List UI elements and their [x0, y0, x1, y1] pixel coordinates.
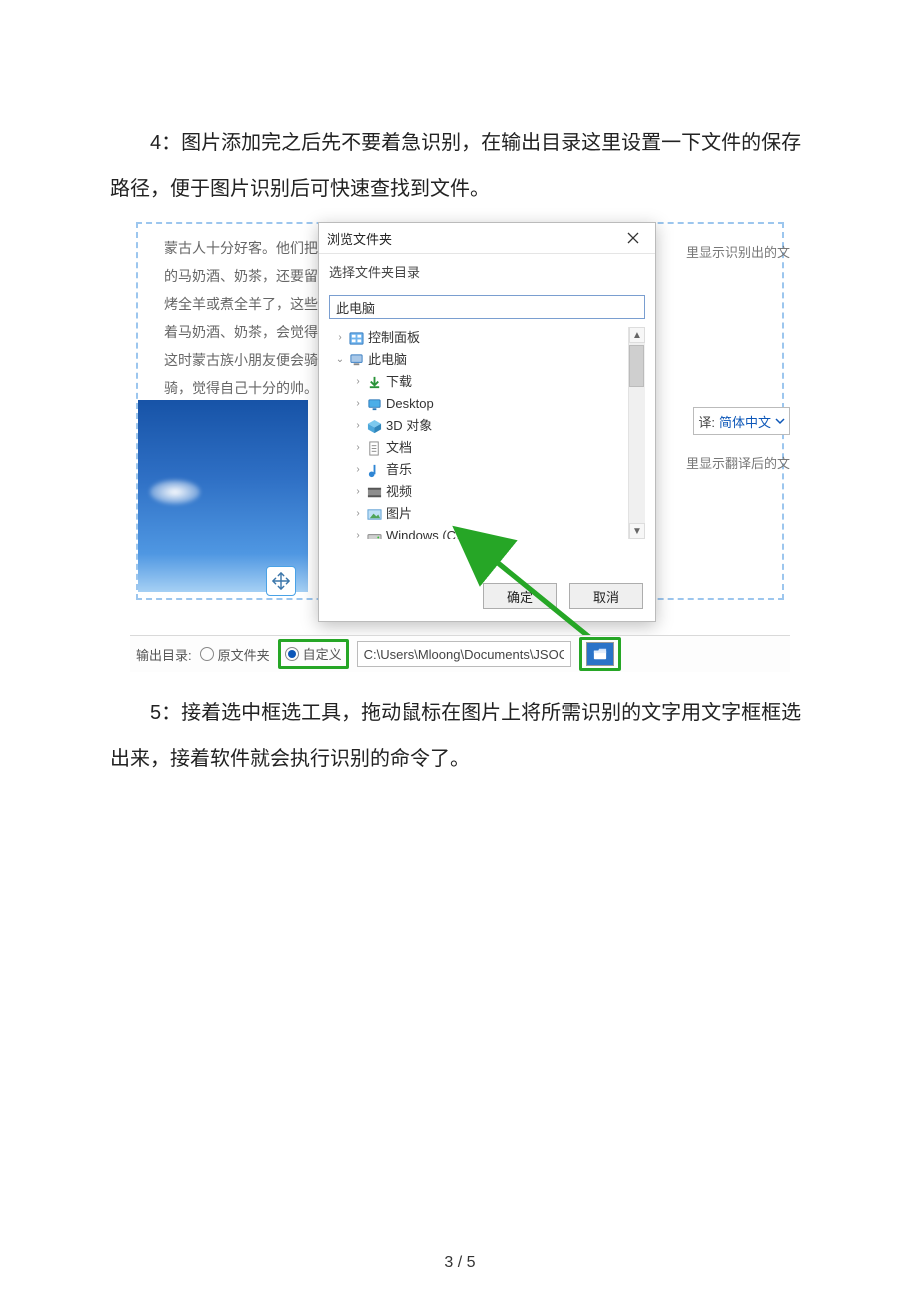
scrollbar[interactable]: ▲ ▼ [628, 327, 645, 539]
music-icon [367, 463, 382, 478]
output-directory-row: 输出目录: 原文件夹 自定义 [130, 635, 790, 672]
dialog-title: 浏览文件夹 [327, 229, 392, 248]
hint-recognized-text: 里显示识别出的文 [686, 242, 790, 261]
browse-button[interactable] [586, 642, 614, 666]
tree-node[interactable]: › 音乐 [329, 459, 645, 481]
expand-toggle-icon[interactable]: › [353, 415, 363, 437]
output-label: 输出目录: [136, 645, 192, 664]
panel-icon [349, 331, 364, 346]
translate-label: 译: [698, 412, 715, 431]
tree-node[interactable]: ⌄ 此电脑 [329, 349, 645, 371]
tree-node-label: 音乐 [386, 459, 412, 481]
dialog-subtitle: 选择文件夹目录 [319, 254, 655, 285]
expand-toggle-icon[interactable]: › [353, 525, 363, 539]
video-icon [367, 485, 382, 500]
browse-folder-dialog: 浏览文件夹 选择文件夹目录 ›控制面板⌄此电脑›下载›Desktop›3D 对象… [318, 222, 656, 622]
tree-node-label: 下载 [386, 371, 412, 393]
doc-icon [367, 441, 382, 456]
expand-toggle-icon[interactable]: › [353, 393, 363, 415]
close-button[interactable] [619, 226, 647, 250]
folder-icon [593, 647, 607, 661]
paragraph-5: 5：接着选中框选工具，拖动鼠标在图片上将所需识别的文字用文字框框选出来，接着软件… [110, 690, 810, 782]
scroll-down-button[interactable]: ▼ [629, 523, 645, 539]
tree-node-label: 控制面板 [368, 327, 420, 349]
close-icon [627, 232, 639, 244]
chevron-down-icon [775, 416, 785, 426]
expand-toggle-icon[interactable]: › [353, 371, 363, 393]
expand-toggle-icon[interactable]: › [353, 503, 363, 525]
drive-icon [367, 529, 382, 540]
highlight-custom-radio: 自定义 [278, 639, 349, 669]
highlight-browse-button [579, 637, 621, 671]
cancel-button[interactable]: 取消 [569, 583, 643, 609]
output-path-input[interactable] [357, 641, 571, 667]
tree-node-label: 视频 [386, 481, 412, 503]
paragraph-4: 4：图片添加完之后先不要着急识别，在输出目录这里设置一下文件的保存路径，便于图片… [110, 120, 810, 212]
pc-icon [349, 353, 364, 368]
radio-original-folder[interactable]: 原文件夹 [200, 645, 270, 664]
tree-node[interactable]: › Desktop [329, 393, 645, 415]
translate-language-select[interactable]: 译: 简体中文 [693, 407, 790, 435]
tree-node[interactable]: › 视频 [329, 481, 645, 503]
radio-original-label: 原文件夹 [218, 645, 270, 664]
screenshot-figure: 蒙古人十分好客。他们把的马奶酒、奶茶，还要留烤全羊或煮全羊了，这些着马奶酒、奶茶… [130, 222, 790, 672]
picture-icon [367, 507, 382, 522]
download-icon [367, 375, 382, 390]
tree-node[interactable]: › Windows (C:) [329, 525, 645, 539]
tree-node[interactable]: › 图片 [329, 503, 645, 525]
tree-node[interactable]: › 控制面板 [329, 327, 645, 349]
tree-node-label: 3D 对象 [386, 415, 432, 437]
tree-node-label: 文档 [386, 437, 412, 459]
tree-node-label: Windows (C:) [386, 525, 464, 539]
expand-toggle-icon[interactable]: › [353, 459, 363, 481]
move-handle[interactable] [266, 566, 296, 596]
tree-node[interactable]: › 文档 [329, 437, 645, 459]
folder-path-input[interactable] [329, 295, 645, 319]
cube-icon [367, 419, 382, 434]
page-number: 3 / 5 [0, 1254, 920, 1272]
sample-sky-image [138, 400, 308, 592]
tree-node-label: Desktop [386, 393, 434, 415]
tree-node[interactable]: › 3D 对象 [329, 415, 645, 437]
tree-node-label: 此电脑 [368, 349, 407, 371]
tree-scroll-area[interactable]: ›控制面板⌄此电脑›下载›Desktop›3D 对象›文档›音乐›视频›图片›W… [329, 327, 645, 539]
tree-node-label: 图片 [386, 503, 412, 525]
radio-custom-folder[interactable]: 自定义 [285, 644, 342, 663]
expand-toggle-icon[interactable]: › [353, 481, 363, 503]
expand-toggle-icon[interactable]: ⌄ [335, 349, 345, 371]
ok-button[interactable]: 确定 [483, 583, 557, 609]
scroll-up-button[interactable]: ▲ [629, 327, 645, 343]
expand-toggle-icon[interactable]: › [353, 437, 363, 459]
expand-toggle-icon[interactable]: › [335, 327, 345, 349]
translate-value: 简体中文 [719, 412, 771, 431]
scroll-thumb[interactable] [629, 345, 644, 387]
radio-custom-label: 自定义 [303, 644, 342, 663]
tree-node[interactable]: › 下载 [329, 371, 645, 393]
hint-translated-text: 里显示翻译后的文 [686, 453, 790, 472]
desktop-icon [367, 397, 382, 412]
